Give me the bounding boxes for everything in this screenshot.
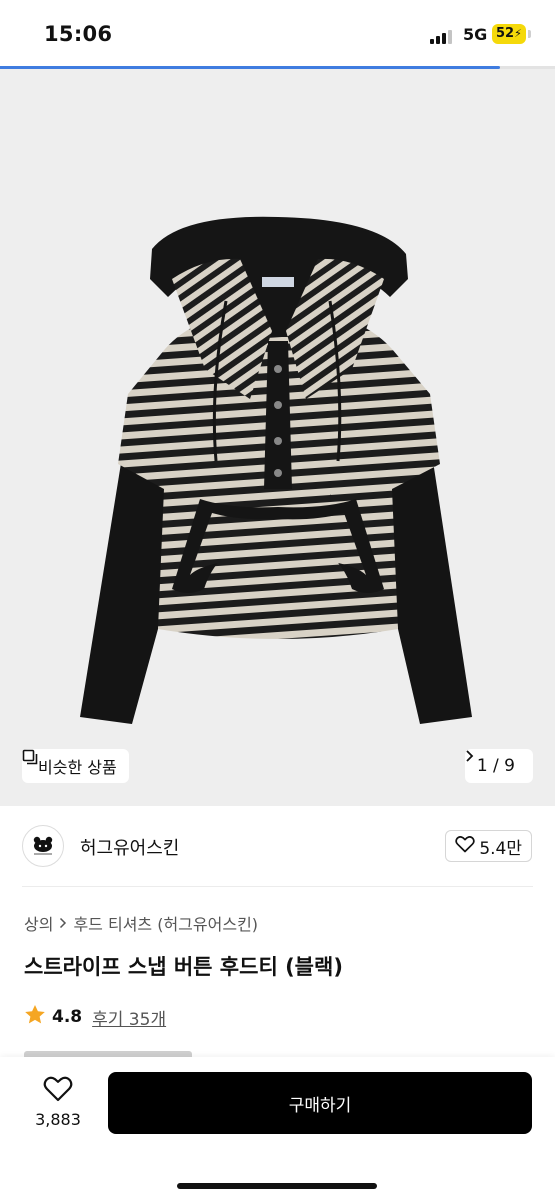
brand-name[interactable]: 허그유어스킨 bbox=[80, 834, 179, 860]
breadcrumb-category[interactable]: 상의 bbox=[24, 911, 53, 935]
wishlist-count: 3,883 bbox=[35, 1110, 81, 1129]
image-counter-label: 1 / 9 bbox=[476, 756, 515, 776]
breadcrumb-subcategory[interactable]: 후드 티셔츠 (허그유어스킨) bbox=[73, 911, 258, 935]
buy-button[interactable]: 구매하기 bbox=[108, 1072, 532, 1134]
image-counter[interactable]: 1 / 9 bbox=[464, 749, 533, 783]
product-title: 스트라이프 스냅 버튼 후드티 (블랙) bbox=[24, 955, 343, 979]
brand-like-button[interactable]: 5.4만 bbox=[445, 830, 532, 862]
heart-outline-icon bbox=[43, 1075, 73, 1106]
status-bar: 15:06 5G 52⚡ bbox=[0, 0, 555, 66]
review-link[interactable]: 후기 35개 bbox=[92, 1005, 166, 1030]
bottom-action-bar: 3,883 구매하기 bbox=[0, 1057, 555, 1200]
brand-logo[interactable] bbox=[22, 825, 64, 867]
wishlist-button[interactable]: 3,883 bbox=[30, 1075, 86, 1135]
rating-value: 4.8 bbox=[52, 1007, 83, 1027]
home-indicator bbox=[177, 1183, 377, 1189]
battery-level: 52 bbox=[496, 26, 515, 41]
signal-icon bbox=[430, 28, 456, 44]
heart-outline-icon bbox=[455, 835, 476, 858]
brand-like-count: 5.4만 bbox=[479, 838, 522, 859]
chevron-right-icon bbox=[59, 914, 67, 933]
battery-charging-icon: 52⚡ bbox=[492, 24, 526, 44]
product-photo bbox=[80, 216, 472, 724]
star-icon bbox=[24, 1004, 46, 1030]
status-time: 15:06 bbox=[44, 22, 113, 46]
product-image-carousel[interactable]: 비슷한 상품 1 / 9 bbox=[0, 69, 555, 806]
rating-row: 4.8 후기 35개 bbox=[24, 1004, 166, 1030]
section-divider bbox=[22, 886, 533, 887]
similar-products-button[interactable]: 비슷한 상품 bbox=[22, 749, 129, 783]
network-label: 5G bbox=[463, 25, 488, 44]
similar-products-label: 비슷한 상품 bbox=[38, 758, 117, 777]
breadcrumb: 상의 후드 티셔츠 (허그유어스킨) bbox=[24, 911, 258, 935]
battery-cap bbox=[528, 30, 531, 38]
brand-row[interactable]: 허그유어스킨 5.4만 bbox=[0, 806, 555, 886]
